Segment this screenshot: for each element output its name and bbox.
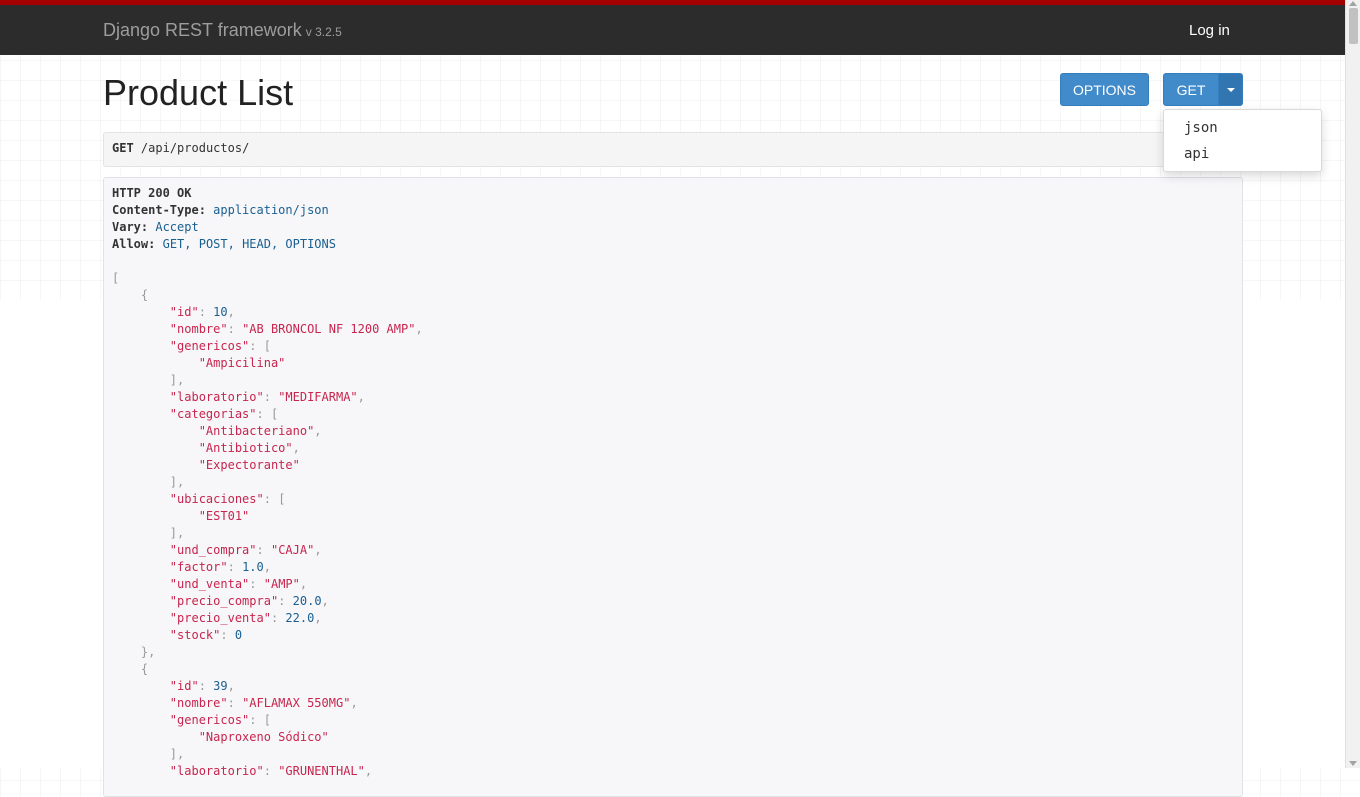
scroll-down-icon[interactable] — [1349, 761, 1357, 766]
caret-down-icon — [1226, 87, 1235, 92]
options-button[interactable]: OPTIONS — [1060, 73, 1149, 106]
header-value: GET, POST, HEAD, OPTIONS — [162, 237, 336, 251]
json-line: ], — [169, 475, 185, 489]
header-value: application/json — [213, 203, 329, 217]
json-line: { — [140, 662, 149, 676]
request-info: GET /api/productos/ — [103, 132, 1243, 167]
json-line: "precio_venta": 22.0, — [169, 611, 322, 625]
json-line: ], — [169, 526, 185, 540]
json-line: ], — [169, 747, 185, 761]
json-line: "EST01" — [198, 509, 250, 523]
json-line: "genericos": [ — [169, 713, 271, 727]
json-line: "Ampicilina" — [198, 356, 286, 370]
json-line: ], — [169, 373, 185, 387]
json-line: "ubicaciones": [ — [169, 492, 286, 506]
json-line: "stock": 0 — [169, 628, 243, 642]
json-line: }, — [140, 645, 156, 659]
header-name: Content-Type: — [112, 203, 206, 217]
dropdown-item-json[interactable]: json — [1184, 120, 1218, 136]
format-dropdown-menu: json api — [1163, 109, 1322, 172]
header-name: Vary: — [112, 220, 149, 234]
request-path[interactable]: /api/productos/ — [141, 141, 249, 155]
json-line: "id": 39, — [169, 679, 235, 693]
login-link[interactable]: Log in — [1189, 22, 1230, 39]
json-line: "nombre": "AFLAMAX 550MG", — [169, 696, 358, 710]
json-line: [ — [112, 271, 120, 285]
json-line: "Naproxeno Sódico" — [198, 730, 329, 744]
json-line: "Antibiotico", — [198, 441, 300, 455]
json-line: "precio_compra": 20.0, — [169, 594, 329, 608]
json-line: "id": 10, — [169, 305, 235, 319]
scrollbar-thumb[interactable] — [1349, 8, 1358, 44]
page-title: Product List — [103, 72, 294, 113]
page-scrollbar[interactable] — [1345, 0, 1360, 768]
navbar: Django REST framework v 3.2.5 Log in — [0, 5, 1345, 55]
dropdown-item-api[interactable]: api — [1184, 146, 1209, 162]
json-line: "categorias": [ — [169, 407, 279, 421]
brand-name[interactable]: Django REST framework — [103, 20, 302, 40]
response-info: HTTP 200 OK Content-Type: application/js… — [103, 177, 1243, 797]
json-line: "factor": 1.0, — [169, 560, 271, 574]
json-line: "nombre": "AB BRONCOL NF 1200 AMP", — [169, 322, 423, 336]
json-line: "genericos": [ — [169, 339, 271, 353]
json-line: "und_venta": "AMP", — [169, 577, 308, 591]
request-method: GET — [112, 141, 134, 155]
json-line: "laboratorio": "GRUNENTHAL", — [169, 764, 373, 778]
json-line: "und_compra": "CAJA", — [169, 543, 322, 557]
json-line: "Antibacteriano", — [198, 424, 322, 438]
header-name: Allow: — [112, 237, 156, 251]
json-line: { — [140, 288, 149, 302]
version-label: v 3.2.5 — [305, 25, 342, 39]
header-value: Accept — [155, 220, 199, 234]
json-line: "Expectorante" — [198, 458, 300, 472]
response-status: HTTP 200 OK — [112, 186, 192, 200]
format-dropdown-toggle[interactable] — [1218, 73, 1243, 106]
scroll-up-icon[interactable] — [1349, 1, 1357, 6]
get-button[interactable]: GET — [1163, 73, 1219, 106]
json-line: "laboratorio": "MEDIFARMA", — [169, 390, 365, 404]
brand[interactable]: Django REST framework v 3.2.5 — [103, 20, 342, 41]
